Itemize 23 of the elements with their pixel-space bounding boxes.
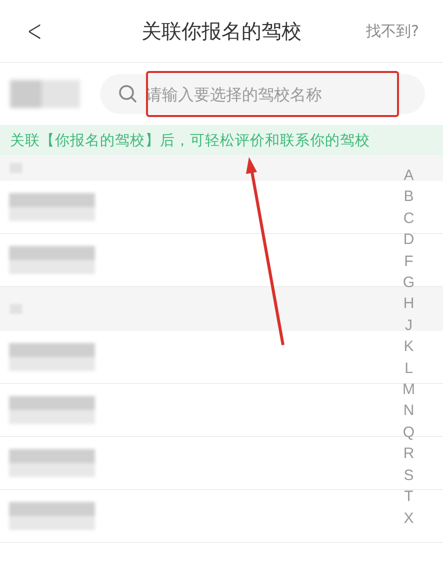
index-letter[interactable]: J [405,314,412,336]
index-letter[interactable]: C [403,208,414,230]
index-letter[interactable]: H [403,293,414,315]
index-letter[interactable]: T [404,486,414,508]
index-letter[interactable]: X [404,508,414,529]
index-letter[interactable]: Q [402,422,415,444]
index-letter[interactable]: A [404,165,414,186]
index-letter[interactable]: D [403,229,414,251]
blurred-city[interactable] [10,80,80,108]
search-icon [118,84,138,104]
index-letter[interactable]: F [404,250,414,272]
index-letter[interactable]: L [404,358,413,380]
index-letter[interactable]: N [403,400,414,422]
index-letter[interactable]: M [402,379,415,400]
index-letter[interactable]: B [404,186,414,208]
index-letter[interactable]: G [402,272,415,294]
page-title: 关联你报名的驾校 [142,18,302,42]
back-button[interactable]: < [23,14,46,48]
notice-text: 关联【你报名的驾校】后，可轻松评价和联系你的驾校 [10,132,370,150]
index-letter[interactable]: R [403,443,414,465]
index-letter[interactable]: K [404,336,414,358]
not-found-link[interactable]: 找不到? [360,20,425,42]
index-letter[interactable]: S [404,464,414,486]
